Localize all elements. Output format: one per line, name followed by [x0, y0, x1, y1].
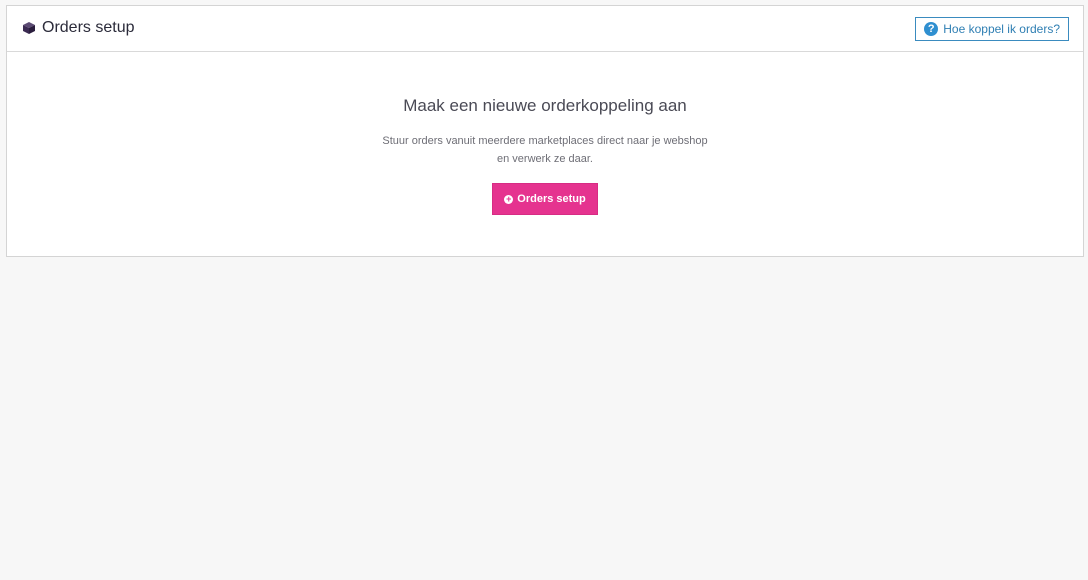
main-heading: Maak een nieuwe orderkoppeling aan: [403, 96, 687, 115]
plus-circle-icon: +: [504, 193, 514, 204]
orders-setup-button[interactable]: + Orders setup: [492, 183, 598, 215]
cube-icon: [22, 21, 36, 35]
help-button-label: Hoe koppel ik orders?: [943, 22, 1060, 36]
help-button[interactable]: ? Hoe koppel ik orders?: [915, 17, 1069, 41]
description-line-1: Stuur orders vanuit meerdere marketplace…: [382, 135, 708, 147]
orders-setup-button-label: Orders setup: [517, 193, 586, 205]
page-title: Orders setup: [22, 19, 134, 37]
description-line-2: en verwerk ze daar.: [497, 153, 593, 165]
page-title-text: Orders setup: [42, 19, 135, 36]
question-circle-icon: ?: [924, 22, 939, 36]
panel-header: Orders setup ? Hoe koppel ik orders?: [7, 6, 1083, 52]
description: Stuur orders vanuit meerdere marketplace…: [375, 132, 715, 168]
orders-setup-panel: Orders setup ? Hoe koppel ik orders? Maa…: [6, 5, 1084, 257]
panel-body: Maak een nieuwe orderkoppeling aan Stuur…: [7, 52, 1083, 215]
